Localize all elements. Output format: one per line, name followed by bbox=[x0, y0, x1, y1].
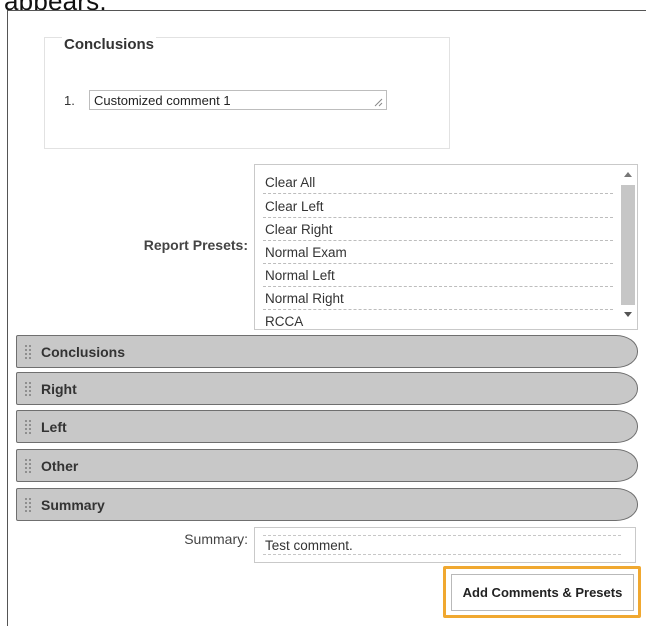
section-header-conclusions[interactable]: Conclusions bbox=[16, 335, 638, 368]
preset-option-normal-exam[interactable]: Normal Exam bbox=[263, 241, 613, 264]
preset-option-rcca[interactable]: RCCA bbox=[263, 310, 613, 329]
summary-field[interactable]: Test comment. bbox=[254, 527, 636, 563]
resize-grip-icon[interactable] bbox=[374, 98, 383, 107]
conclusion-item-number: 1. bbox=[64, 93, 75, 108]
preset-option-normal-right[interactable]: Normal Right bbox=[263, 287, 613, 310]
preset-option-clear-right[interactable]: Clear Right bbox=[263, 218, 613, 241]
section-header-summary[interactable]: Summary bbox=[16, 488, 638, 521]
section-label: Summary bbox=[41, 497, 105, 513]
drag-handle-icon[interactable] bbox=[24, 344, 32, 361]
section-header-left[interactable]: Left bbox=[16, 410, 638, 443]
section-label: Conclusions bbox=[41, 344, 126, 360]
section-header-other[interactable]: Other bbox=[16, 449, 638, 482]
presets-scrollbar[interactable] bbox=[619, 165, 637, 329]
scroll-up-arrow-icon[interactable] bbox=[624, 172, 632, 177]
section-label: Right bbox=[41, 381, 77, 397]
preset-option-normal-left[interactable]: Normal Left bbox=[263, 264, 613, 287]
summary-value: Test comment. bbox=[263, 535, 621, 555]
report-presets-label: Report Presets: bbox=[143, 237, 248, 253]
drag-handle-icon[interactable] bbox=[24, 381, 32, 398]
report-presets-list[interactable]: Clear All Clear Left Clear Right Normal … bbox=[254, 164, 638, 330]
section-header-right[interactable]: Right bbox=[16, 372, 638, 405]
preset-option-clear-all[interactable]: Clear All bbox=[263, 171, 613, 194]
conclusion-item-value: Customized comment 1 bbox=[94, 93, 231, 108]
summary-label: Summary: bbox=[184, 531, 248, 547]
add-comments-presets-button[interactable]: Add Comments & Presets bbox=[451, 574, 634, 611]
preset-option-clear-left[interactable]: Clear Left bbox=[263, 195, 613, 218]
section-label: Left bbox=[41, 419, 67, 435]
scrollbar-thumb[interactable] bbox=[621, 185, 635, 305]
conclusions-fieldset-title: Conclusions bbox=[62, 36, 157, 53]
scroll-down-arrow-icon[interactable] bbox=[624, 312, 632, 317]
conclusion-item-field[interactable]: Customized comment 1 bbox=[89, 90, 387, 110]
section-label: Other bbox=[41, 458, 79, 474]
drag-handle-icon[interactable] bbox=[24, 458, 32, 475]
drag-handle-icon[interactable] bbox=[24, 419, 32, 436]
drag-handle-icon[interactable] bbox=[24, 497, 32, 514]
